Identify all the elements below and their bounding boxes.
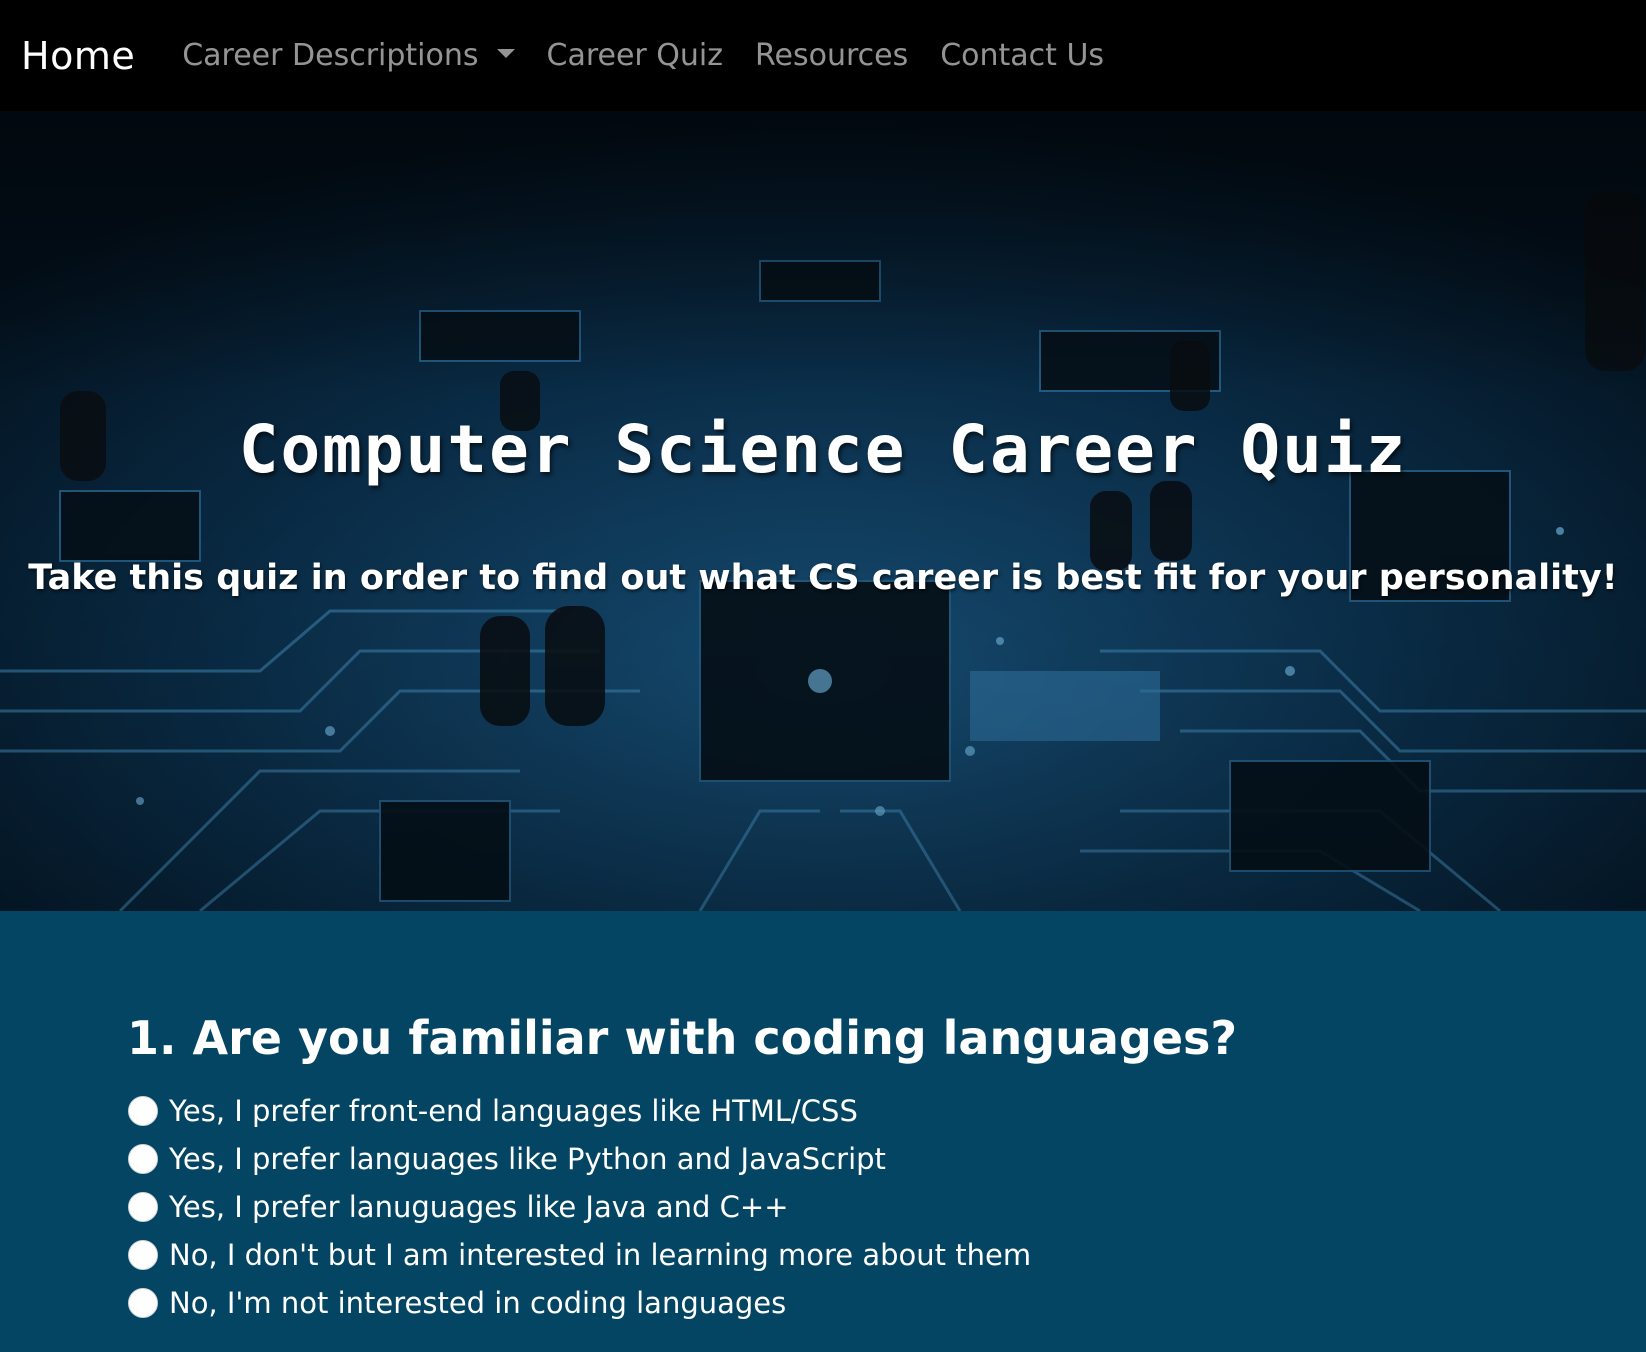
option-label: Yes, I prefer languages like Python and … (169, 1142, 886, 1176)
option-label: Yes, I prefer front-end languages like H… (169, 1094, 858, 1128)
nav-contact-us-link[interactable]: Contact Us (940, 38, 1104, 73)
option-2[interactable]: Yes, I prefer languages like Python and … (128, 1135, 1031, 1183)
option-4[interactable]: No, I don't but I am interested in learn… (128, 1231, 1031, 1279)
radio-button[interactable] (128, 1192, 158, 1222)
nav-career-descriptions-dropdown[interactable]: Career Descriptions (182, 38, 515, 73)
nav-resources-link[interactable]: Resources (755, 38, 908, 73)
option-1[interactable]: Yes, I prefer front-end languages like H… (128, 1087, 1031, 1135)
hero-banner: Computer Science Career Quiz Take this q… (0, 111, 1646, 911)
hero-subtitle: Take this quiz in order to find out what… (28, 558, 1618, 598)
nav-career-descriptions-label: Career Descriptions (182, 38, 479, 73)
option-label: No, I don't but I am interested in learn… (169, 1238, 1032, 1272)
option-label: No, I'm not interested in coding languag… (169, 1286, 787, 1320)
nav-career-quiz-link[interactable]: Career Quiz (547, 38, 724, 73)
option-3[interactable]: Yes, I prefer lanuguages like Java and C… (128, 1183, 1031, 1231)
caret-down-icon (496, 49, 515, 58)
radio-button[interactable] (128, 1288, 158, 1318)
radio-button[interactable] (128, 1096, 158, 1126)
question-1-options: Yes, I prefer front-end languages like H… (128, 1087, 1031, 1327)
hero-title: Computer Science Career Quiz (238, 411, 1408, 488)
radio-button[interactable] (128, 1144, 158, 1174)
question-1-heading: 1. Are you familiar with coding language… (127, 1011, 1238, 1065)
quiz-section: 1. Are you familiar with coding language… (0, 911, 1646, 1352)
home-link[interactable]: Home (21, 34, 135, 78)
circuit-board-background-image (0, 111, 1646, 911)
option-label: Yes, I prefer lanuguages like Java and C… (169, 1190, 789, 1224)
top-navbar: Home Career Descriptions Career Quiz Res… (0, 0, 1646, 111)
option-5[interactable]: No, I'm not interested in coding languag… (128, 1279, 1031, 1327)
radio-button[interactable] (128, 1240, 158, 1270)
